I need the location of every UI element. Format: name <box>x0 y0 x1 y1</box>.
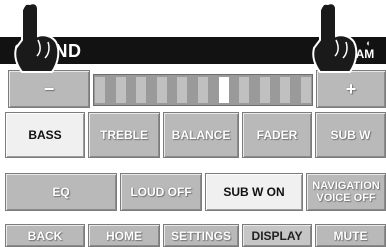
level-bar[interactable] <box>93 74 313 106</box>
nav-label: BACK <box>27 228 63 243</box>
tab-bass[interactable]: BASS <box>5 112 85 158</box>
pointing-hand-icon <box>312 2 358 73</box>
nav-label: SETTINGS <box>170 228 231 243</box>
nav-label: HOME <box>106 228 142 243</box>
loud-button[interactable]: LOUD OFF <box>120 173 202 211</box>
tab-treble[interactable]: TREBLE <box>88 112 160 158</box>
level-segment <box>115 77 126 103</box>
level-segment <box>301 77 311 103</box>
navigation-voice-button[interactable]: NAVIGATION VOICE OFF <box>306 173 386 211</box>
tab-balance[interactable]: BALANCE <box>163 112 239 158</box>
level-segment <box>239 77 250 103</box>
display-button[interactable]: DISPLAY <box>242 224 312 247</box>
home-button[interactable]: HOME <box>88 224 160 247</box>
mute-button[interactable]: MUTE <box>315 224 386 247</box>
option-label: EQ <box>52 185 70 199</box>
nav-label: MUTE <box>333 228 368 243</box>
tab-label: BALANCE <box>171 128 231 142</box>
sound-screen: SOUND ◐ 9 AM − + BASS TREBLE BALANCE FAD… <box>0 0 386 247</box>
tab-sub-w[interactable]: SUB W <box>315 112 386 158</box>
tab-fader[interactable]: FADER <box>242 112 312 158</box>
tab-label: FADER <box>256 128 298 142</box>
option-label: SUB W ON <box>223 185 285 199</box>
level-segment <box>259 77 270 103</box>
settings-button[interactable]: SETTINGS <box>163 224 239 247</box>
level-segment <box>95 77 105 103</box>
tab-label: SUB W <box>330 128 371 142</box>
nav-label: DISPLAY <box>251 228 303 243</box>
plus-label: + <box>345 79 357 99</box>
level-segment <box>136 77 147 103</box>
back-button[interactable]: BACK <box>5 224 85 247</box>
level-indicator <box>218 77 229 103</box>
level-segment <box>177 77 188 103</box>
option-label: NAVIGATION VOICE OFF <box>312 180 380 204</box>
pointing-hand-icon <box>14 2 60 73</box>
minus-label: − <box>43 79 55 99</box>
option-label: LOUD OFF <box>130 185 192 199</box>
level-segment <box>198 77 208 103</box>
tab-label: TREBLE <box>100 128 148 142</box>
tab-label: BASS <box>28 128 62 142</box>
level-segment <box>156 77 167 103</box>
eq-button[interactable]: EQ <box>5 173 117 211</box>
sub-w-on-button[interactable]: SUB W ON <box>205 173 303 211</box>
level-segment <box>280 77 291 103</box>
